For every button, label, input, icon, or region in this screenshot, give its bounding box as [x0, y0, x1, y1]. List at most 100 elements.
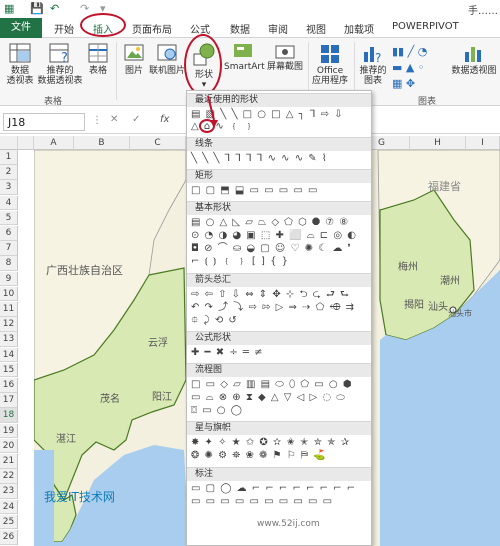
- screenshot-button[interactable]: 屏幕截图: [264, 42, 306, 72]
- cancel-icon[interactable]: ✕: [110, 114, 118, 125]
- row-header[interactable]: 5: [0, 210, 18, 226]
- svg-text:?: ?: [375, 51, 381, 64]
- pivot-chart-button[interactable]: 数据透视图: [448, 42, 500, 76]
- column-chart-icon[interactable]: ▮▮ ╱ ◔: [392, 44, 442, 60]
- column-header[interactable]: C: [130, 136, 186, 150]
- ribbon-separator: [116, 42, 117, 100]
- section-block-arrows: 箭头总汇: [187, 273, 371, 287]
- rectangles-row[interactable]: □ ▢ ⬒ ⬓ ▭ ▭ ▭ ▭ ▭: [191, 185, 318, 196]
- block-arrows-row[interactable]: ⇨ ⇦ ⇧ ⇩ ⇔ ⇕ ✥ ⊹ ⮌ ⮎ ⮐ ⮑: [191, 289, 350, 300]
- lines-row[interactable]: ╲ ╲ ╲ ⅂ ⅂ ⅂ ⅂ ∿ ∿ ∿ ✎ ⌇: [191, 153, 328, 164]
- row-header[interactable]: 2: [0, 165, 18, 180]
- row-header[interactable]: 14: [0, 347, 18, 363]
- tab-data[interactable]: 数据: [230, 21, 250, 36]
- row-header[interactable]: 19: [0, 423, 18, 439]
- watermark-url: www.52ij.com: [257, 519, 320, 529]
- flowchart-row[interactable]: ⌼ ▭ ○ ◯: [191, 405, 243, 416]
- row-header[interactable]: 23: [0, 484, 18, 499]
- insert-function-button[interactable]: fx: [160, 114, 169, 125]
- stars-banners-row[interactable]: ❂ ✺ ⚙ ⛯ ❀ ❁ ⚑ ⚐ ⛿ ⛳: [191, 450, 327, 461]
- row-header[interactable]: 16: [0, 378, 18, 393]
- tab-home[interactable]: 开始: [54, 21, 74, 36]
- callouts-row[interactable]: ▭ ▢ ◯ ☁ ⌐ ⌐ ⌐ ⌐ ⌐ ⌐ ⌐ ⌐: [191, 483, 356, 494]
- screenshot-label: 屏幕截图: [266, 62, 303, 72]
- flowchart-row[interactable]: □ ▭ ◇ ▱ ▥ ▤ ⬭ ⬯ ⬠ ▭ ○ ⬢: [191, 379, 353, 390]
- picture-button[interactable]: 图片: [120, 42, 148, 76]
- tab-view[interactable]: 视图: [306, 21, 326, 36]
- online-picture-button[interactable]: 联机图片: [148, 42, 186, 76]
- office-apps-label-2: 应用程序: [311, 76, 348, 86]
- row-header[interactable]: 6: [0, 226, 18, 241]
- basic-shapes-row[interactable]: ▤ ○ △ ◺ ▱ ⏢ ◇ ⬠ ⬡ ⯃ ⑦ ⑧: [191, 217, 349, 228]
- redo-icon[interactable]: ↷: [80, 2, 89, 15]
- screenshot-icon: [275, 45, 295, 59]
- tab-file[interactable]: 文件: [0, 18, 42, 38]
- section-rectangles: 矩形: [187, 169, 371, 183]
- group-label-charts: 图表: [418, 97, 437, 107]
- row-header[interactable]: 17: [0, 393, 18, 408]
- scatter-chart-icon[interactable]: ▦ ✥: [392, 76, 442, 92]
- table-button[interactable]: 表格: [84, 42, 112, 76]
- equation-shapes-row[interactable]: ✚ ━ ✖ ÷ ═ ≠: [191, 347, 263, 358]
- row-header[interactable]: 18: [0, 408, 18, 423]
- row-header[interactable]: 3: [0, 180, 18, 195]
- tab-review[interactable]: 审阅: [268, 21, 288, 36]
- smartart-button[interactable]: SmartArt: [224, 42, 265, 72]
- tab-addins[interactable]: 加载项: [344, 21, 374, 36]
- bar-chart-icon[interactable]: ▬ ▲ ◦: [392, 60, 442, 76]
- basic-shapes-row[interactable]: ◘ ⊘ ⌒ ⛀ ◒ ▢ ☺ ♡ ✺ ☾ ☁ ❜: [191, 243, 352, 254]
- map-label: 潮州: [440, 276, 460, 287]
- save-icon[interactable]: 💾: [30, 2, 44, 15]
- office-apps-button[interactable]: Office 应用程序: [310, 42, 350, 86]
- recommended-charts-label-2: 图表: [363, 76, 382, 86]
- map-label: 汕头市: [448, 309, 472, 318]
- enter-icon[interactable]: ✓: [132, 114, 140, 125]
- pivot-table-button[interactable]: 数据 透视表: [4, 42, 36, 86]
- row-header[interactable]: 24: [0, 499, 18, 515]
- online-picture-icon: [157, 44, 177, 61]
- table-label: 表格: [88, 66, 107, 76]
- select-all-corner[interactable]: [0, 136, 18, 150]
- row-header[interactable]: 7: [0, 241, 18, 256]
- column-header[interactable]: A: [34, 136, 74, 150]
- undo-icon[interactable]: ↶: [50, 2, 59, 15]
- row-header[interactable]: 13: [0, 332, 18, 347]
- svg-text:?: ?: [61, 51, 68, 64]
- row-header[interactable]: 10: [0, 286, 18, 302]
- chart-type-icons[interactable]: ▮▮ ╱ ◔ ▬ ▲ ◦ ▦ ✥: [392, 44, 442, 92]
- tab-page-layout[interactable]: 页面布局: [132, 21, 172, 36]
- excel-icon: ▦: [4, 2, 15, 15]
- column-header-blank[interactable]: [18, 136, 34, 150]
- basic-shapes-row[interactable]: ⊙ ◔ ◑ ◕ ▣ ⬚ ✚ ⬜ ⌓ ⊏ ◎ ◐: [191, 230, 357, 241]
- column-header[interactable]: I: [466, 136, 500, 150]
- column-header[interactable]: H: [410, 136, 466, 150]
- column-header[interactable]: B: [74, 136, 130, 150]
- office-apps-icon: [321, 45, 339, 63]
- row-header[interactable]: 4: [0, 195, 18, 211]
- row-header[interactable]: 9: [0, 271, 18, 287]
- ribbon-tabs: 文件 开始 插入 页面布局 公式 数据 审阅 视图 加载项 POWERPIVOT: [0, 18, 500, 38]
- row-header[interactable]: 22: [0, 469, 18, 484]
- map-label: 广西壮族自治区: [46, 264, 123, 277]
- row-header[interactable]: 26: [0, 530, 18, 545]
- block-arrows-row[interactable]: ⯐ ⤸ ⟲ ↺: [191, 315, 238, 326]
- recommended-charts-button[interactable]: ? 推荐的 图表: [358, 42, 388, 86]
- row-header[interactable]: 15: [0, 362, 18, 378]
- basic-shapes-row[interactable]: ⌐ ⦅ ⦆ ﹛ ﹜ [ ] { }: [191, 256, 289, 267]
- tab-powerpivot[interactable]: POWERPIVOT: [392, 21, 459, 32]
- shapes-gallery-dropdown[interactable]: 最近使用的形状 ▤ ▧ ╲ ╲ □ ○ □ △ ┐ ⅂ ⇨ ⇩ △ ⌂ ∿ ﹛ …: [186, 90, 372, 546]
- row-header[interactable]: 11: [0, 302, 18, 317]
- row-header[interactable]: 8: [0, 256, 18, 271]
- row-header[interactable]: 21: [0, 454, 18, 469]
- name-box[interactable]: J18: [3, 113, 85, 131]
- flowchart-row[interactable]: ▭ ⌓ ⊗ ⊕ ⧗ ◆ △ ▽ ◁ ▷ ◌ ⬭: [191, 392, 346, 403]
- row-header[interactable]: 20: [0, 438, 18, 454]
- row-header[interactable]: 12: [0, 317, 18, 332]
- callouts-row[interactable]: ▭ ▭ ▭ ▭ ▭ ▭ ▭ ▭ ▭ ▭: [191, 496, 333, 507]
- row-header[interactable]: 1: [0, 150, 18, 165]
- recommended-pivot-button[interactable]: ? 推荐的 数据透视表: [36, 42, 84, 86]
- section-flowchart: 流程图: [187, 363, 371, 377]
- row-header[interactable]: 25: [0, 514, 18, 530]
- stars-banners-row[interactable]: ✸ ✦ ✧ ★ ✩ ✪ ✫ ✬ ✭ ✮ ✯ ✰: [191, 437, 350, 448]
- block-arrows-row[interactable]: ↶ ↷ ⤴ ⤵ ⇨ ⇰ ▷ ⇒ ⇢ ⬠ ⬲ ⇉: [191, 302, 355, 313]
